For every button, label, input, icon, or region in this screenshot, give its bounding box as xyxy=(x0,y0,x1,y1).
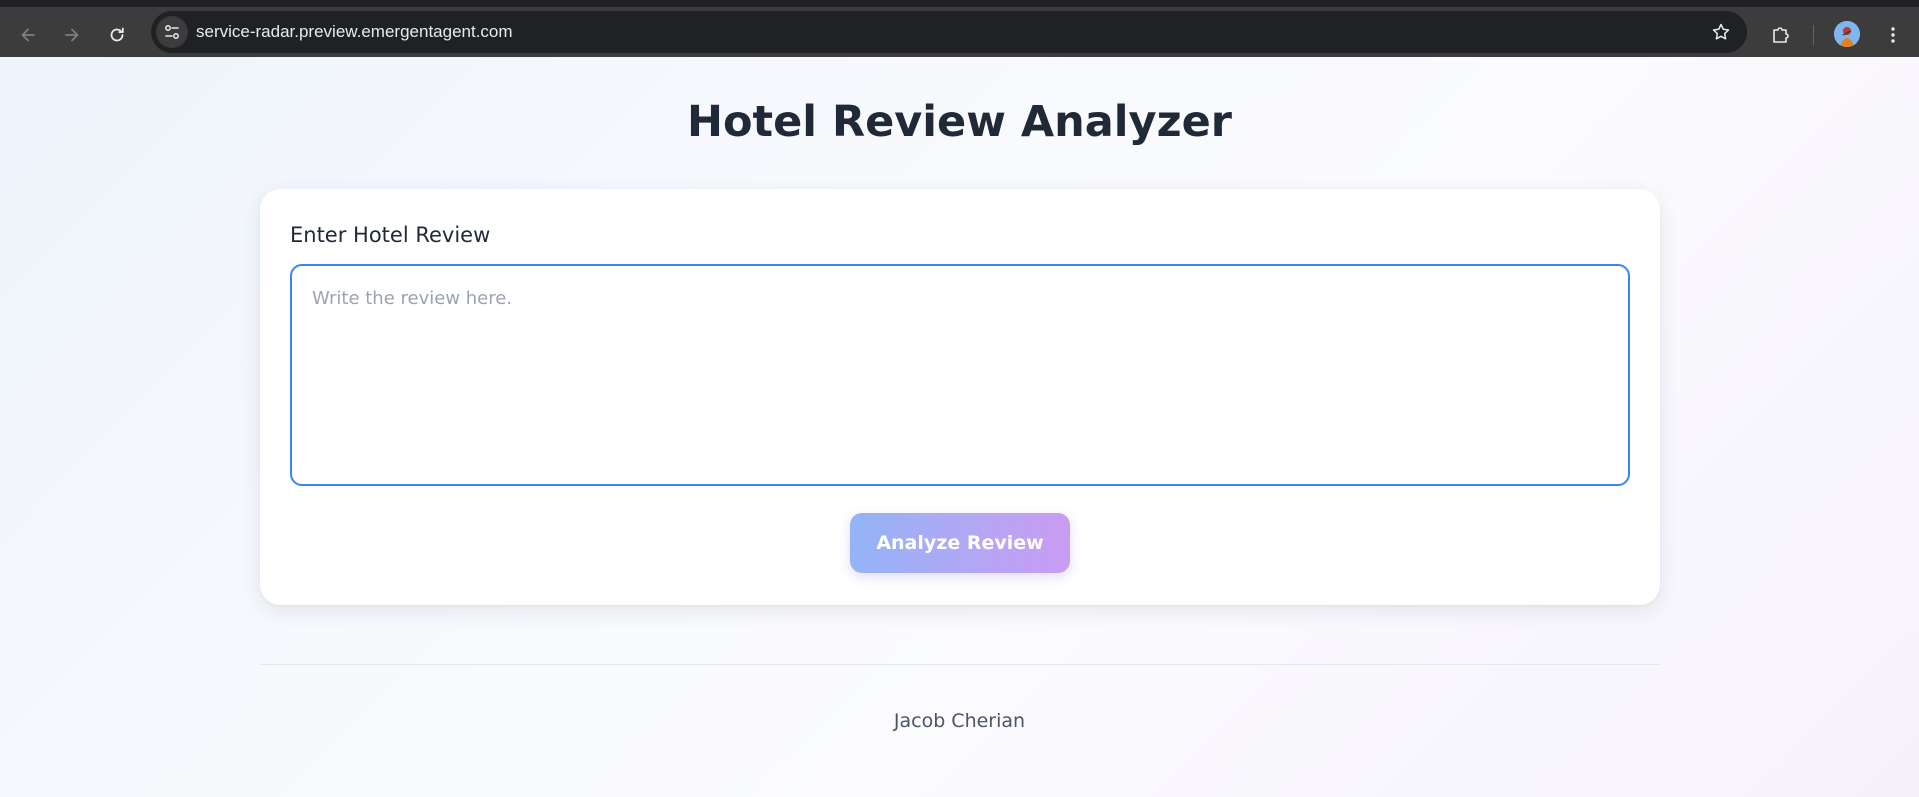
toolbar-divider xyxy=(1813,25,1814,45)
address-bar[interactable]: service-radar.preview.emergentagent.com xyxy=(151,11,1747,53)
puzzle-icon xyxy=(1773,27,1789,43)
kebab-menu-icon[interactable] xyxy=(1880,21,1906,49)
analyze-review-button[interactable]: Analyze Review xyxy=(850,513,1070,573)
footer-author: Jacob Cherian xyxy=(893,710,1026,732)
review-textarea[interactable] xyxy=(290,264,1630,486)
arrow-right-icon xyxy=(65,28,79,42)
reload-button[interactable] xyxy=(101,19,133,51)
url-text[interactable]: service-radar.preview.emergentagent.com xyxy=(196,22,513,42)
extensions-button[interactable] xyxy=(1767,21,1795,49)
page-body: Hotel Review Analyzer Enter Hotel Review… xyxy=(0,57,1919,797)
page-title: Hotel Review Analyzer xyxy=(687,97,1232,147)
footer-divider xyxy=(260,664,1660,665)
review-field-label: Enter Hotel Review xyxy=(290,223,491,247)
reload-icon xyxy=(110,27,124,42)
site-info-button[interactable] xyxy=(156,16,188,48)
star-icon[interactable] xyxy=(1711,22,1731,42)
back-button[interactable] xyxy=(12,19,44,51)
tune-icon xyxy=(165,25,179,39)
review-card: Enter Hotel Review Analyze Review xyxy=(260,189,1660,605)
avatar-icon[interactable] xyxy=(1834,21,1860,47)
forward-button[interactable] xyxy=(56,19,88,51)
arrow-left-icon xyxy=(21,28,35,42)
browser-toolbar: service-radar.preview.emergentagent.com xyxy=(0,0,1919,57)
